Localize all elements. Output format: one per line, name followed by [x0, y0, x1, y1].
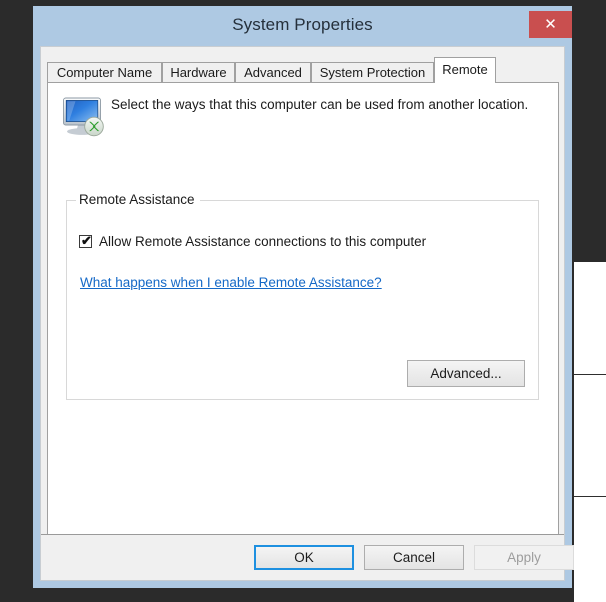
allow-remote-assistance-row[interactable]: ✔ Allow Remote Assistance connections to… — [79, 233, 427, 249]
remote-assistance-group: Remote Assistance ✔ Allow Remote Assista… — [66, 192, 539, 400]
allow-remote-assistance-checkbox[interactable]: ✔ — [79, 233, 92, 248]
window-title: System Properties — [232, 15, 373, 34]
cancel-button[interactable]: Cancel — [364, 545, 464, 570]
dialog-button-bar: OK Cancel Apply — [41, 534, 574, 580]
tab-advanced[interactable]: Advanced — [235, 62, 311, 83]
tab-strip: Computer Name Hardware Advanced System P… — [47, 57, 559, 83]
tab-computer-name[interactable]: Computer Name — [47, 62, 162, 83]
page-description: Select the ways that this computer can b… — [111, 97, 529, 112]
group-legend: Remote Assistance — [76, 192, 200, 207]
remote-computer-icon — [61, 94, 107, 138]
close-icon[interactable]: ✕ — [529, 11, 572, 38]
tab-system-protection[interactable]: System Protection — [311, 62, 434, 83]
title-bar: System Properties ✕ — [33, 6, 572, 46]
page-header: Select the ways that this computer can b… — [61, 92, 541, 144]
tab-remote[interactable]: Remote — [434, 57, 496, 83]
ok-button[interactable]: OK — [254, 545, 354, 570]
background-divider — [574, 496, 606, 497]
background-window-panel — [574, 262, 606, 602]
dialog-client-area: Computer Name Hardware Advanced System P… — [40, 46, 574, 581]
allow-remote-assistance-label: Allow Remote Assistance connections to t… — [99, 234, 427, 249]
advanced-button[interactable]: Advanced... — [407, 360, 525, 387]
system-properties-window: System Properties ✕ Computer Name Hardwa… — [33, 6, 574, 588]
remote-tab-page: Select the ways that this computer can b… — [47, 82, 559, 535]
background-divider — [574, 374, 606, 375]
tab-hardware[interactable]: Hardware — [162, 62, 235, 83]
checkmark-icon: ✔ — [81, 233, 92, 248]
apply-button: Apply — [474, 545, 574, 570]
remote-assistance-help-link[interactable]: What happens when I enable Remote Assist… — [80, 275, 382, 290]
